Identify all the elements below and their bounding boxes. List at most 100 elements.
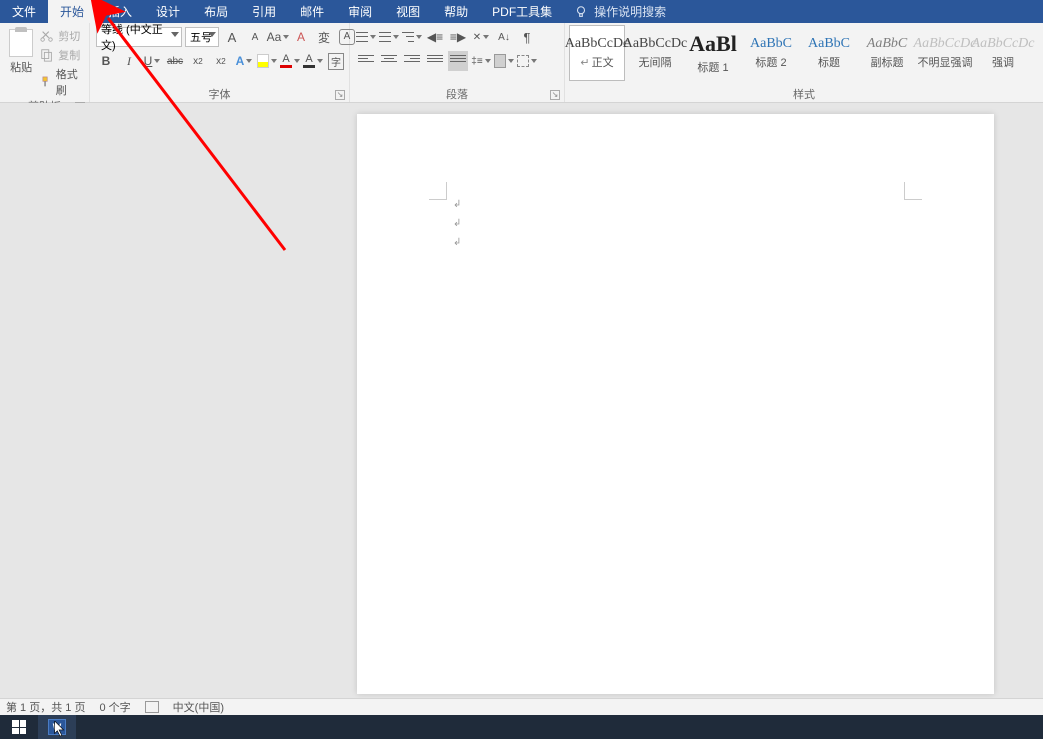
style-preview: AaBbC [867,36,907,52]
line-spacing-button[interactable]: ‡≡ [471,51,491,71]
tab-help[interactable]: 帮助 [432,0,480,23]
style-label: 不明显强调 [918,54,973,70]
style-item-4[interactable]: AaBbC 标题 [801,25,857,81]
tab-review[interactable]: 审阅 [336,0,384,23]
tab-layout[interactable]: 布局 [192,0,240,23]
taskbar: W [0,715,1043,739]
clear-format-button[interactable]: A [291,27,311,47]
tab-design[interactable]: 设计 [144,0,192,23]
show-marks-button[interactable]: ¶ [517,27,537,47]
style-label: 标题 2 [755,54,786,70]
paste-label: 粘贴 [10,59,32,75]
shading-button[interactable] [494,51,514,71]
style-preview: AaBbC [808,36,850,52]
font-name-combo[interactable]: 等线 (中文正文) [96,27,182,47]
multilevel-button[interactable] [402,27,422,47]
menu-bar: 文件 开始 插入 设计 布局 引用 邮件 审阅 视图 帮助 PDF工具集 操作说… [0,0,1043,23]
tab-insert[interactable]: 插入 [96,0,144,23]
style-label: ↵正文 [580,54,613,70]
copy-button[interactable]: 复制 [40,47,83,63]
style-item-7[interactable]: AaBbCcDc强调 [975,25,1031,81]
style-item-6[interactable]: AaBbCcDc不明显强调 [917,25,973,81]
style-item-2[interactable]: AaBl 标题 1 [685,25,741,81]
superscript-button[interactable]: x2 [211,51,231,71]
text-effects-button[interactable]: A [234,51,254,71]
font-size-combo[interactable]: 五号 [185,27,219,47]
enclose-char-button[interactable]: 字 [326,51,346,71]
document-area[interactable]: ↲↲↲ [0,103,1043,698]
document-page[interactable]: ↲↲↲ [357,114,994,694]
style-label: 副标题 [871,54,904,70]
decrease-indent-button[interactable]: ◀≡ [425,27,445,47]
group-paragraph: ◀≡ ≡▶ ✕ A↓ ¶ ‡≡ 段落 ↘ [350,23,565,102]
paragraph-launcher[interactable]: ↘ [550,90,560,100]
bullets-button[interactable] [356,27,376,47]
tell-me-search[interactable]: 操作说明搜索 [564,0,676,23]
group-styles: AaBbCcDc↵正文AaBbCcDc无间隔AaBl标题 1AaBbC标题 2A… [565,23,1043,102]
copy-label: 复制 [58,47,80,63]
borders-button[interactable] [517,51,537,71]
increase-indent-button[interactable]: ≡▶ [448,27,468,47]
tab-mailings[interactable]: 邮件 [288,0,336,23]
clipboard-icon [9,29,33,57]
style-preview: AaBl [689,31,737,57]
status-page[interactable]: 第 1 页，共 1 页 [6,699,85,715]
style-label: 强调 [992,54,1014,70]
windows-icon [12,720,26,734]
sort-button[interactable]: A↓ [494,27,514,47]
status-word-count[interactable]: 0 个字 [99,699,130,715]
style-preview: AaBbCcDc [623,36,688,52]
format-painter-label: 格式刷 [56,66,83,98]
copy-icon [40,48,54,62]
shrink-font-button[interactable]: A [245,27,265,47]
tab-file[interactable]: 文件 [0,0,48,23]
style-item-3[interactable]: AaBbC 标题 2 [743,25,799,81]
bold-button[interactable]: B [96,51,116,71]
style-label: 标题 [818,54,840,70]
cut-button[interactable]: 剪切 [40,28,83,44]
numbering-button[interactable] [379,27,399,47]
style-item-5[interactable]: AaBbC 副标题 [859,25,915,81]
text-cursor: ↲↲↲ [453,199,461,248]
distributed-button[interactable] [448,51,468,71]
align-center-button[interactable] [379,51,399,71]
group-clipboard: 粘贴 剪切 复制 格式刷 剪贴板 ↘ [0,23,90,102]
align-left-button[interactable] [356,51,376,71]
group-styles-label: 样式 [565,86,1043,102]
style-preview: AaBbC [750,36,792,52]
font-launcher[interactable]: ↘ [335,90,345,100]
tab-view[interactable]: 视图 [384,0,432,23]
style-preview: AaBbCcDc [565,36,630,52]
lightbulb-icon [574,5,588,19]
italic-button[interactable]: I [119,51,139,71]
group-font: 等线 (中文正文) 五号 A A Aa A 変 A B I U abc x2 x… [90,23,350,102]
highlight-button[interactable] [257,51,277,71]
style-item-1[interactable]: AaBbCcDc无间隔 [627,25,683,81]
status-language[interactable]: 中文(中国) [173,699,224,715]
spellcheck-icon[interactable] [145,701,159,713]
ribbon: 粘贴 剪切 复制 格式刷 剪贴板 ↘ [0,23,1043,103]
asian-layout-button[interactable]: ✕ [471,27,491,47]
tab-references[interactable]: 引用 [240,0,288,23]
grow-font-button[interactable]: A [222,27,242,47]
align-right-button[interactable] [402,51,422,71]
scissors-icon [40,29,54,43]
format-painter-button[interactable]: 格式刷 [40,66,83,98]
tab-pdf-tools[interactable]: PDF工具集 [480,0,564,23]
char-shading-button[interactable]: A [303,51,323,71]
align-justify-button[interactable] [425,51,445,71]
mouse-cursor-icon [54,721,66,737]
strike-button[interactable]: abc [165,51,185,71]
tab-home[interactable]: 开始 [48,0,96,23]
start-button[interactable] [0,715,38,739]
paste-button[interactable]: 粘贴 [6,27,36,75]
change-case-button[interactable]: Aa [268,27,288,47]
font-color-button[interactable]: A [280,51,300,71]
phonetic-guide-button[interactable]: 変 [314,27,334,47]
style-item-0[interactable]: AaBbCcDc↵正文 [569,25,625,81]
underline-button[interactable]: U [142,51,162,71]
group-font-label: 字体 ↘ [90,86,349,102]
subscript-button[interactable]: x2 [188,51,208,71]
style-label: 标题 1 [697,59,728,75]
margin-corner-icon [904,182,922,200]
